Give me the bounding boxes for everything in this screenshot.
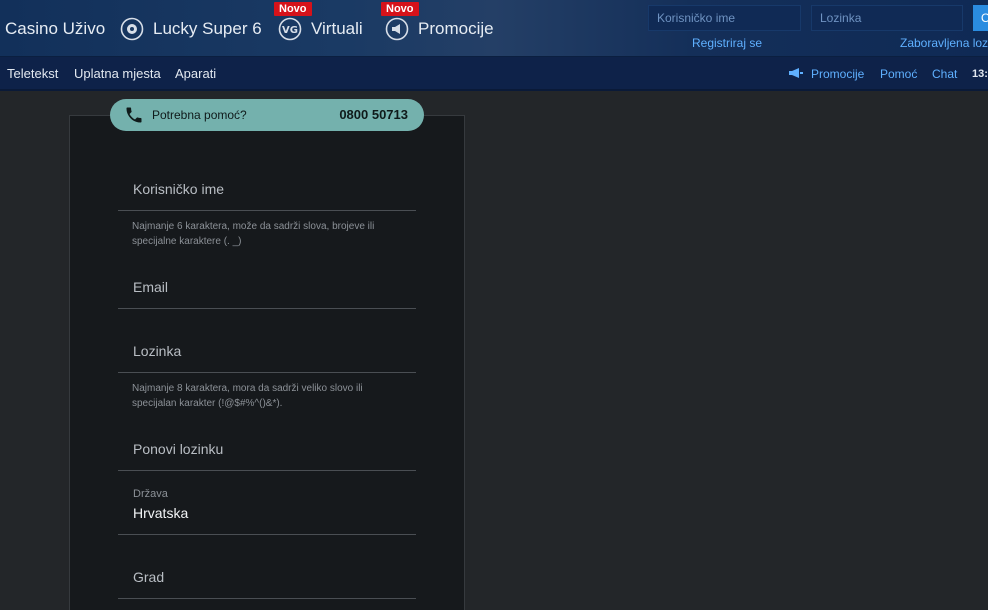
username-hint: Najmanje 6 karaktera, može da sadrži slo… (132, 221, 375, 247)
password-placeholder: Lozinka (133, 343, 182, 359)
email-field[interactable]: Email (118, 263, 416, 309)
login-username-input[interactable] (648, 5, 801, 31)
help-bar[interactable]: Potrebna pomoć? 0800 50713 (110, 99, 424, 131)
top-header: Casino Uživo Lucky Super 6 VG Virtuali N… (0, 0, 988, 57)
subnav-aparati[interactable]: Aparati (175, 57, 216, 91)
new-badge: Novo (274, 2, 312, 16)
country-value: Hrvatska (133, 505, 189, 521)
country-label: Država (133, 488, 168, 500)
password-hint: Najmanje 8 karaktera, mora da sadrži vel… (132, 383, 363, 409)
subnav-chat[interactable]: Chat (932, 57, 957, 91)
password-repeat-field[interactable]: Ponovi lozinku (118, 425, 416, 471)
gear-cog-icon (120, 17, 144, 41)
svg-text:VG: VG (282, 25, 298, 36)
city-field[interactable]: Grad (118, 553, 416, 599)
clock: 13: (972, 68, 988, 80)
forgot-password-link[interactable]: Zaboravljena lozi (900, 36, 988, 50)
sub-navigation: Teletekst Uplatna mjesta Aparati Promoci… (0, 57, 988, 91)
username-field[interactable]: Korisničko ime (118, 165, 416, 211)
subnav-promocije[interactable]: Promocije (811, 57, 864, 91)
country-select[interactable]: Država Hrvatska (118, 483, 416, 535)
subnav-pomoc[interactable]: Pomoć (880, 57, 917, 91)
megaphone-icon (385, 17, 409, 41)
login-password-input[interactable] (811, 5, 963, 31)
city-placeholder: Grad (133, 569, 165, 585)
nav-promocije-label: Promocije (418, 18, 494, 38)
username-placeholder: Korisničko ime (133, 181, 225, 197)
subnav-teletekst[interactable]: Teletekst (7, 57, 58, 91)
nav-casino-uzivo-label: Casino Uživo (5, 18, 106, 38)
vg-badge-icon: VG (278, 17, 302, 41)
new-badge: Novo (381, 2, 419, 16)
email-placeholder: Email (133, 279, 169, 295)
password-field[interactable]: Lozinka (118, 327, 416, 373)
subnav-promotions-icon (788, 57, 804, 91)
help-phone-number[interactable]: 0800 50713 (339, 107, 408, 122)
login-button[interactable]: O (973, 5, 988, 31)
nav-lucky-super-6-label: Lucky Super 6 (153, 18, 262, 38)
nav-casino-uzivo[interactable]: Casino Uživo (5, 0, 105, 57)
password-repeat-placeholder: Ponovi lozinku (133, 441, 224, 457)
phone-icon (124, 105, 144, 125)
nav-virtuali-label: Virtuali (311, 18, 363, 38)
register-link[interactable]: Registriraj se (692, 36, 762, 50)
nav-lucky-super-6[interactable]: Lucky Super 6 (120, 0, 262, 57)
help-label: Potrebna pomoć? (152, 108, 247, 122)
subnav-uplatna-mjesta[interactable]: Uplatna mjesta (74, 57, 161, 91)
